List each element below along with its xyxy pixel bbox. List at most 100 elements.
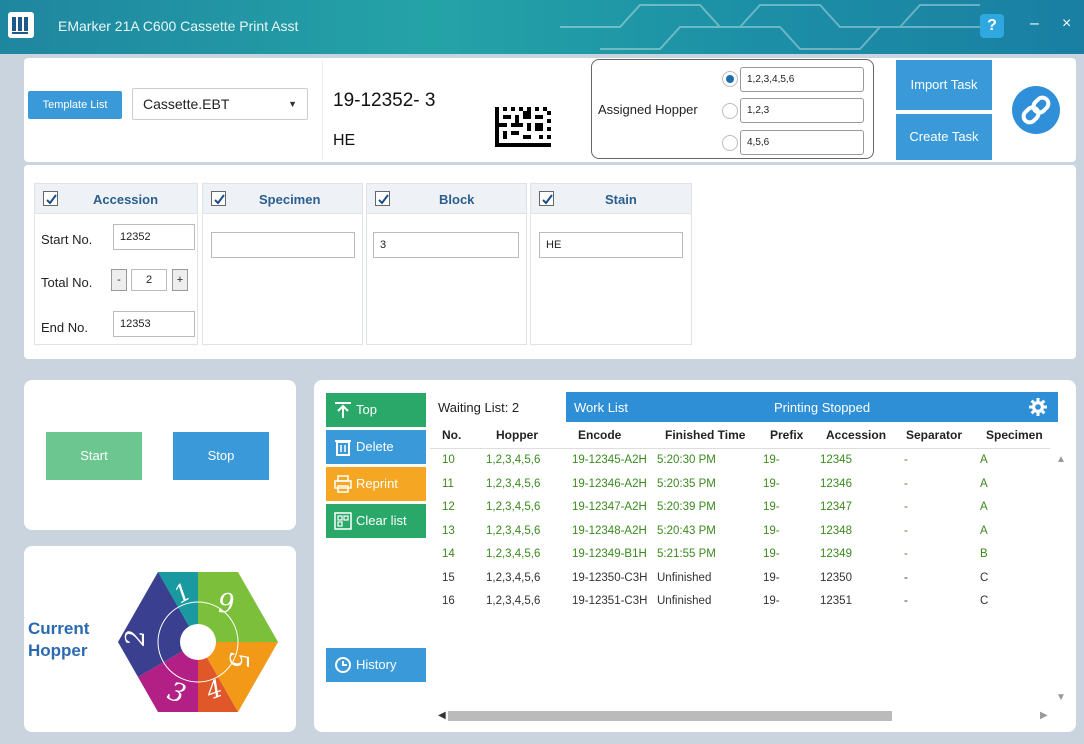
table-row[interactable]: 13 1,2,3,4,5,6 19-12348-A2H 5:20:43 PM 19- 12…: [430, 521, 1050, 545]
scroll-right-arrow[interactable]: ▶: [1040, 710, 1048, 721]
create-task-button[interactable]: Create Task: [896, 114, 992, 160]
cell-no: 13: [442, 524, 455, 537]
block-input[interactable]: 3: [373, 232, 519, 258]
current-hopper-line-1: Current: [28, 619, 90, 638]
cell-no: 12: [442, 501, 455, 513]
cell-encode: 19-12350-C3H: [572, 571, 648, 584]
import-task-button[interactable]: Import Task: [896, 60, 992, 110]
hopper-label-9: 9: [218, 589, 235, 619]
accession-title: Accession: [93, 192, 159, 207]
minimize-button[interactable]: –: [1030, 16, 1046, 32]
close-button[interactable]: ×: [1062, 16, 1078, 32]
hopper-hexagon: 1 9 5 4 3 2: [118, 572, 278, 712]
specimen-checkbox[interactable]: [211, 191, 226, 206]
cell-specimen: B: [980, 548, 988, 560]
table-row[interactable]: 14 1,2,3,4,5,6 19-12349-B1H 5:21:55 PM 19- 12…: [430, 544, 1050, 568]
scroll-left-arrow[interactable]: ◀: [438, 710, 446, 721]
template-select[interactable]: Cassette.EBT ▼: [132, 88, 308, 120]
cell-separator: -: [904, 571, 908, 584]
waiting-count: Waiting List: 2: [438, 400, 520, 415]
hopper-option-1[interactable]: 1,2,3,4,5,6: [740, 67, 864, 92]
col-hopper: Hopper: [496, 428, 538, 442]
gear-icon[interactable]: [1028, 397, 1048, 417]
col-finished-time: Finished Time: [665, 428, 746, 442]
cell-specimen: C: [980, 595, 989, 607]
cell-specimen: C: [980, 571, 989, 584]
cell-separator: -: [904, 501, 908, 513]
delete-button[interactable]: Delete: [326, 430, 426, 464]
cell-accession: 12349: [820, 548, 852, 560]
cell-prefix: 19-: [763, 454, 780, 466]
total-decrement-button[interactable]: -: [111, 269, 127, 291]
specimen-column: Specimen: [202, 183, 363, 345]
table-row[interactable]: 10 1,2,3,4,5,6 19-12345-A2H 5:20:30 PM 19- 12…: [430, 450, 1050, 474]
horizontal-scrollbar[interactable]: [448, 711, 892, 721]
table-row[interactable]: 15 1,2,3,4,5,6 19-12350-C3H Unfinished 19- 12…: [430, 568, 1050, 592]
cell-encode: 19-12349-B1H: [572, 548, 647, 560]
specimen-input[interactable]: [211, 232, 355, 258]
cell-prefix: 19-: [763, 501, 780, 513]
col-no: No.: [442, 428, 462, 442]
cell-time: 5:20:35 PM: [657, 477, 716, 490]
link-icon: [1021, 95, 1051, 125]
stain-input[interactable]: HE: [539, 232, 683, 258]
cell-separator: -: [904, 548, 908, 560]
cell-no: 10: [442, 454, 455, 466]
scroll-down-arrow[interactable]: ▼: [1056, 692, 1066, 703]
cell-prefix: 19-: [763, 477, 780, 490]
stain-checkbox[interactable]: [539, 191, 554, 206]
col-separator: Separator: [906, 428, 963, 442]
cell-encode: 19-12351-C3H: [572, 595, 648, 607]
assigned-hopper-label: Assigned Hopper: [598, 102, 698, 117]
start-no-input[interactable]: 12352: [113, 224, 195, 250]
stain-header: Stain: [531, 184, 691, 214]
assigned-hopper-group: Assigned Hopper 1,2,3,4,5,6 1,2,3 4,5,6: [591, 59, 874, 159]
cell-specimen: A: [980, 524, 988, 537]
top-button[interactable]: Top: [326, 393, 426, 427]
stop-button[interactable]: Stop: [173, 432, 269, 480]
cell-encode: 19-12345-A2H: [572, 454, 647, 466]
cell-accession: 12345: [820, 454, 852, 466]
start-button[interactable]: Start: [46, 432, 142, 480]
arrow-up-icon: [335, 402, 351, 418]
table-row[interactable]: 16 1,2,3,4,5,6 19-12351-C3H Unfinished 19- 12…: [430, 591, 1050, 615]
accession-checkbox[interactable]: [43, 191, 58, 206]
cell-no: 14: [442, 548, 455, 560]
accession-column: Accession Start No. 12352 Total No. - 2 …: [34, 183, 198, 345]
block-checkbox[interactable]: [375, 191, 390, 206]
hopper-radio-2[interactable]: [722, 103, 738, 119]
end-no-input[interactable]: 12353: [113, 311, 195, 337]
scroll-up-arrow[interactable]: ▲: [1056, 454, 1066, 465]
block-header: Block: [367, 184, 526, 214]
stain-title: Stain: [605, 192, 637, 207]
clear-list-button[interactable]: Clear list: [326, 504, 426, 538]
table-row[interactable]: 12 1,2,3,4,5,6 19-12347-A2H 5:20:39 PM 19- 12…: [430, 497, 1050, 521]
hopper-option-3[interactable]: 4,5,6: [740, 130, 864, 155]
hopper-option-2[interactable]: 1,2,3: [740, 98, 864, 123]
cell-hopper: 1,2,3,4,5,6: [486, 501, 541, 513]
total-no-label: Total No.: [41, 275, 93, 290]
history-button[interactable]: History: [326, 648, 426, 682]
table-row[interactable]: 11 1,2,3,4,5,6 19-12346-A2H 5:20:35 PM 19- 12…: [430, 474, 1050, 498]
total-increment-button[interactable]: +: [172, 269, 188, 291]
cell-separator: -: [904, 595, 908, 607]
end-no-label: End No.: [41, 320, 88, 335]
hopper-radio-3[interactable]: [722, 135, 738, 151]
hopper-radio-1[interactable]: [722, 71, 738, 87]
cell-accession: 12348: [820, 524, 852, 537]
total-no-input[interactable]: 2: [131, 269, 167, 291]
history-icon: [335, 657, 351, 673]
printer-icon: [334, 475, 352, 493]
cell-encode: 19-12348-A2H: [572, 524, 647, 537]
history-button-label: History: [356, 657, 397, 672]
window-title: EMarker 21A C600 Cassette Print Asst: [58, 18, 299, 34]
cell-prefix: 19-: [763, 524, 780, 537]
template-list-button[interactable]: Template List: [28, 91, 122, 119]
help-button[interactable]: ?: [980, 14, 1004, 38]
cell-accession: 12350: [820, 571, 852, 584]
cell-time: Unfinished: [657, 595, 712, 607]
link-button[interactable]: [1012, 86, 1060, 134]
reprint-button[interactable]: Reprint: [326, 467, 426, 501]
cell-time: 5:20:39 PM: [657, 501, 716, 513]
preview-line-1: 19-12352- 3: [333, 90, 436, 111]
